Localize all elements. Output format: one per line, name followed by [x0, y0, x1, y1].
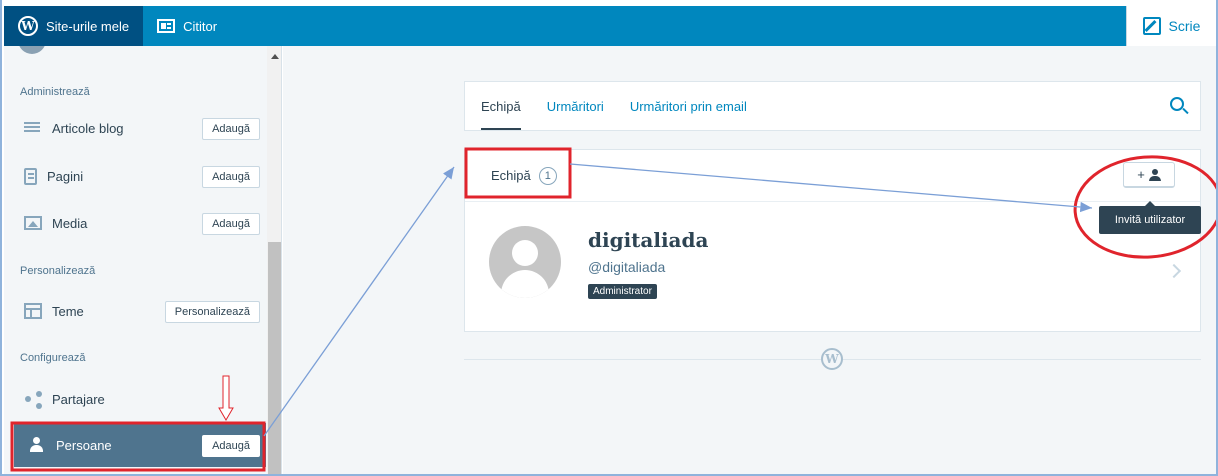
masterbar: W Site-urile mele Cititor Scrie	[4, 6, 1216, 46]
sidebar-item-sharing[interactable]: Partajare	[10, 377, 266, 421]
write-icon	[1142, 17, 1161, 35]
add-page-button[interactable]: Adaugă	[202, 166, 260, 188]
sidebar: Administrează Articole blog Adaugă Pagin…	[4, 46, 282, 474]
section-nav: Echipă Urmăritori Urmăritori prin email	[464, 81, 1201, 131]
plus-icon: +	[1137, 167, 1145, 182]
sidebar-item-posts[interactable]: Articole blog Adaugă	[10, 106, 266, 150]
tab-email-followers[interactable]: Urmăritori prin email	[630, 82, 747, 130]
team-header: Echipă 1	[465, 150, 1200, 202]
section-personalize-heading: Personalizează	[20, 265, 96, 277]
themes-icon	[24, 303, 42, 319]
person-add-icon	[1148, 168, 1161, 181]
my-sites-label: Site-urile mele	[46, 18, 130, 34]
tab-followers[interactable]: Urmăritori	[547, 82, 604, 130]
team-card: Echipă 1 + Invită utilizator digitaliada…	[464, 149, 1201, 332]
media-icon	[24, 216, 42, 230]
wordpress-logo-icon: W	[18, 16, 38, 36]
invite-user-button[interactable]: +	[1123, 162, 1175, 188]
wordpress-footer-logo-icon: W	[821, 348, 843, 370]
main-content: Echipă Urmăritori Urmăritori prin email …	[283, 46, 1216, 474]
share-icon	[24, 391, 42, 407]
add-post-button[interactable]: Adaugă	[202, 118, 260, 140]
page-icon	[24, 167, 37, 185]
sidebar-item-themes[interactable]: Teme Personalizează	[10, 289, 266, 333]
customize-button[interactable]: Personalizează	[164, 301, 260, 323]
user-list-item[interactable]: digitaliada @digitaliada Administrator	[489, 224, 1189, 314]
sidebar-item-media[interactable]: Media Adaugă	[10, 201, 266, 245]
team-heading: Echipă	[491, 168, 531, 183]
reader-icon	[157, 19, 176, 33]
write-label: Scrie	[1168, 18, 1201, 34]
reader-button[interactable]: Cititor	[143, 6, 231, 46]
role-badge: Administrator	[588, 284, 657, 299]
search-icon[interactable]	[1170, 97, 1184, 111]
team-count-badge: 1	[538, 166, 557, 185]
sidebar-item-pages[interactable]: Pagini Adaugă	[10, 154, 266, 198]
sidebar-scrollbar[interactable]	[267, 46, 281, 474]
my-sites-button[interactable]: W Site-urile mele	[4, 6, 144, 46]
add-media-button[interactable]: Adaugă	[202, 213, 260, 235]
add-person-button[interactable]: Adaugă	[202, 435, 260, 457]
scrollbar-thumb[interactable]	[268, 242, 281, 474]
screenshot-frame: W Site-urile mele Cititor Scrie Administ…	[0, 0, 1218, 476]
chevron-right-icon	[1166, 263, 1182, 279]
section-manage-heading: Administrează	[20, 86, 90, 98]
tab-team[interactable]: Echipă	[481, 82, 521, 130]
scroll-up-arrow-icon[interactable]	[267, 50, 281, 62]
sidebar-item-label: Partajare	[52, 391, 105, 407]
posts-icon	[24, 120, 42, 136]
section-configure-heading: Configurează	[20, 352, 86, 364]
user-display-name: digitaliada	[588, 228, 709, 252]
reader-label: Cititor	[183, 18, 218, 34]
site-avatar	[18, 46, 46, 54]
user-avatar	[489, 226, 561, 298]
write-button[interactable]: Scrie	[1126, 6, 1216, 46]
sidebar-item-people[interactable]: Persoane Adaugă	[14, 423, 266, 467]
user-handle: @digitaliada	[588, 259, 666, 275]
person-icon	[28, 437, 46, 453]
